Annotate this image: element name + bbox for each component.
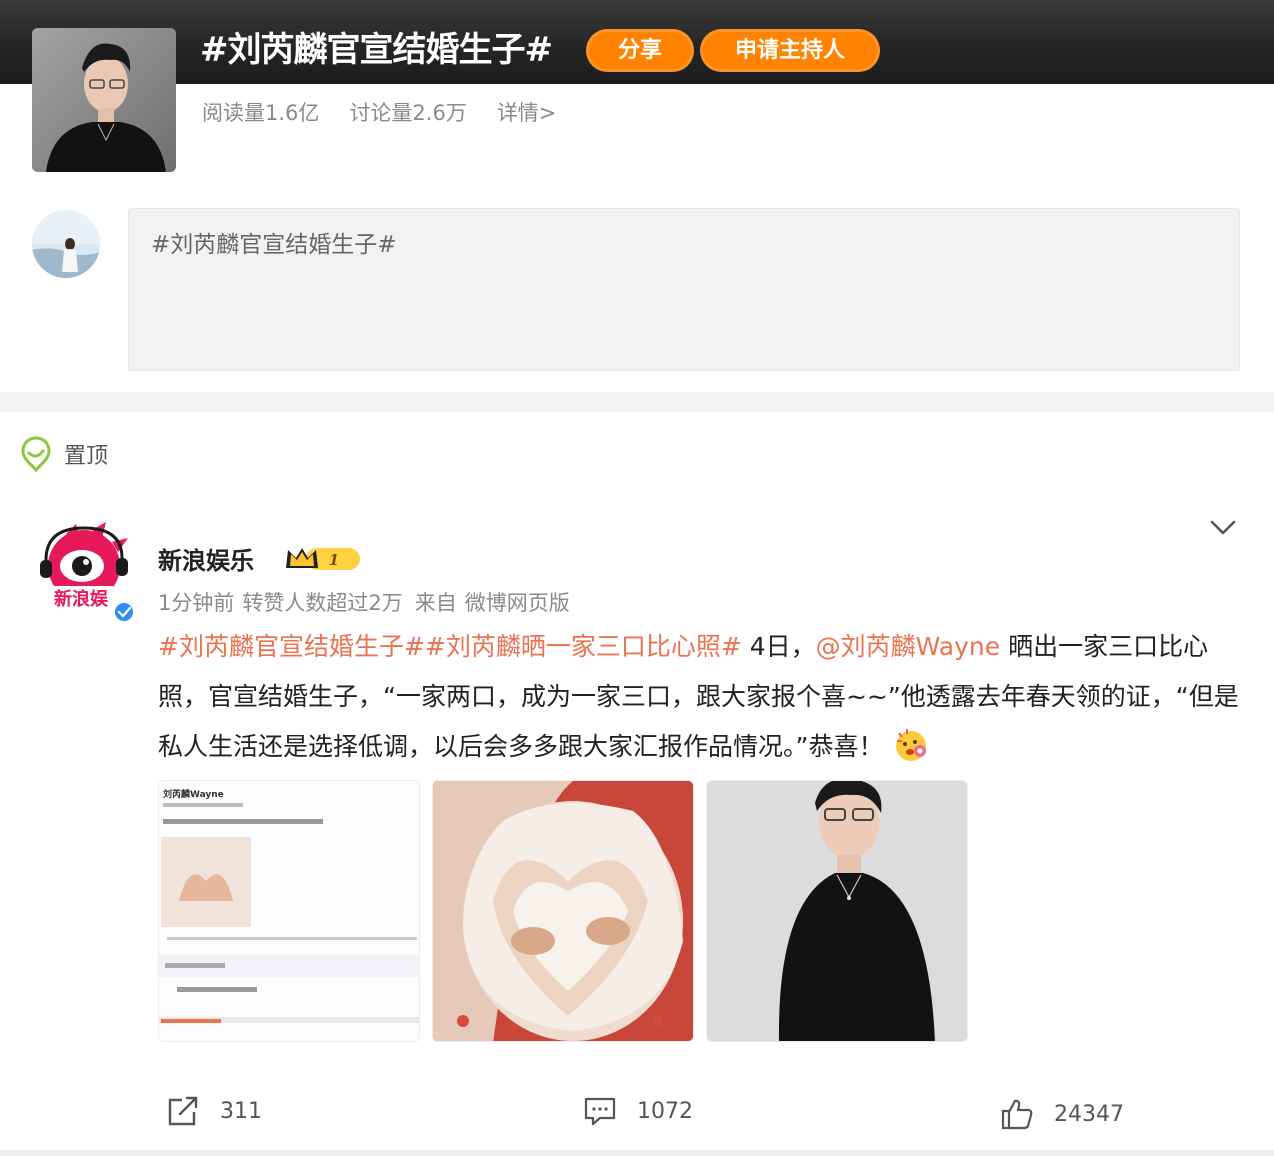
comment-icon — [584, 1097, 616, 1126]
post-repost-note: 转赞人数超过2万 — [242, 591, 403, 615]
post-image-screenshot[interactable]: 刘芮麟Wayne — [158, 780, 420, 1042]
post-time[interactable]: 1分钟前 — [158, 591, 234, 615]
topic-title: #刘芮麟官宣结婚生子# — [200, 30, 553, 70]
topic-cover-image — [32, 28, 176, 172]
compose-input[interactable]: #刘芮麟官宣结婚生子# — [128, 208, 1240, 371]
compose-input-text: #刘芮麟官宣结婚生子# — [151, 232, 397, 258]
post-mention[interactable]: @刘芮麟Wayne — [816, 632, 1000, 661]
post-meta: 1分钟前 转赞人数超过2万 来自 微博网页版 — [158, 587, 578, 617]
apply-host-button[interactable]: 申请主持人 — [700, 29, 880, 72]
repost-button[interactable]: 311 — [166, 1094, 262, 1128]
like-icon — [1001, 1099, 1033, 1130]
comment-count: 1072 — [637, 1098, 693, 1124]
post-author-name[interactable]: 新浪娱乐 — [158, 541, 254, 576]
repost-icon — [168, 1096, 198, 1126]
post-hashtag[interactable]: #刘芮麟官宣结婚生子# — [158, 632, 425, 661]
post-image-portrait[interactable] — [706, 780, 968, 1042]
pinned-label: 置顶 — [64, 444, 109, 469]
post-source-prefix: 来自 — [414, 591, 457, 615]
post-text: 4日， — [741, 632, 816, 661]
svg-text:1: 1 — [329, 551, 339, 569]
svg-text:刘芮麟Wayne: 刘芮麟Wayne — [163, 788, 224, 800]
topic-stats: 阅读量1.6亿 讨论量2.6万 详情> — [202, 97, 556, 127]
discuss-count: 讨论量2.6万 — [349, 101, 467, 125]
repost-count: 311 — [220, 1098, 262, 1124]
section-divider — [0, 392, 1274, 412]
chevron-down-icon[interactable] — [1208, 514, 1238, 540]
vip-crown-icon: 1 — [286, 548, 360, 570]
celebrate-emoji-icon — [896, 729, 927, 761]
read-count: 阅读量1.6亿 — [202, 101, 320, 125]
bottom-divider — [0, 1150, 1274, 1156]
post-source: 微博网页版 — [464, 591, 570, 615]
share-button[interactable]: 分享 — [586, 29, 694, 72]
like-count: 24347 — [1054, 1101, 1124, 1127]
verified-icon — [115, 603, 133, 621]
post-hashtag[interactable]: #刘芮麟晒一家三口比心照# — [425, 632, 742, 661]
svg-text:新浪娱: 新浪娱 — [54, 588, 109, 610]
pin-icon — [21, 436, 51, 472]
comment-button[interactable]: 1072 — [583, 1094, 693, 1128]
post-body: #刘芮麟官宣结婚生子##刘芮麟晒一家三口比心照# 4日，@刘芮麟Wayne 晒出… — [158, 622, 1248, 772]
post-author-avatar[interactable]: 新浪娱 — [36, 522, 138, 624]
post-images: 刘芮麟Wayne — [158, 780, 968, 1042]
post-image-heart-hands[interactable] — [432, 780, 694, 1042]
like-button[interactable]: 24347 — [1000, 1097, 1124, 1131]
my-avatar[interactable] — [32, 210, 100, 278]
details-link[interactable]: 详情> — [497, 97, 557, 127]
